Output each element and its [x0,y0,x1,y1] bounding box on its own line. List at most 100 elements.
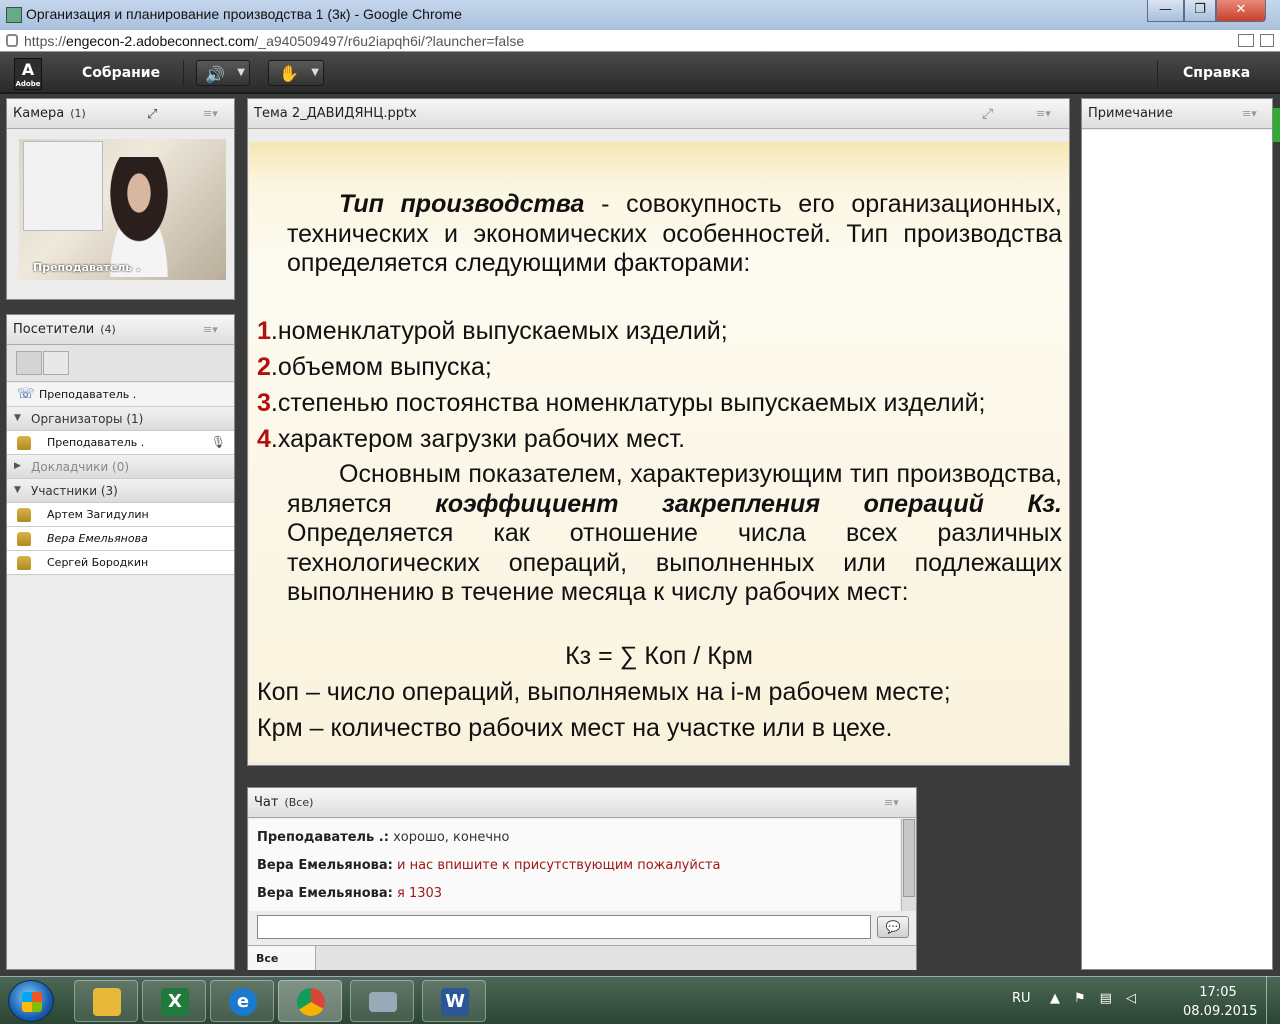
list-view-icon[interactable] [16,351,42,375]
participant-icon [17,556,31,570]
attendee-row[interactable]: Преподаватель . 🎙 [7,431,234,455]
chat-input[interactable] [257,915,871,939]
language-indicator[interactable]: RU [1012,991,1031,1006]
collapse-arrow-icon: ▶ [14,461,21,471]
network-icon[interactable]: ▤ [1100,991,1126,1006]
speaker-icon: 🔊 [205,65,225,84]
show-desktop-button[interactable] [1266,976,1280,1024]
excel-taskbar-button[interactable]: X [142,980,206,1022]
notes-pod-header: Примечание ≡▾ [1082,99,1272,129]
group-presenters[interactable]: ▶ Докладчики (0) [7,455,234,479]
slide-list-item: 4.характером загрузки рабочих мест. [257,425,686,453]
chrome-icon [297,988,325,1016]
attendee-row[interactable]: Сергей Бородкин [7,551,234,575]
chat-messages: Преподаватель .: хорошо, конечно Вера Ем… [249,819,900,911]
presentation-slide: Тип производства - совокупность его орга… [249,142,1069,762]
explorer-taskbar-button[interactable] [74,980,138,1022]
group-participants[interactable]: ▼ Участники (3) [7,479,234,503]
chat-message: Вера Емельянова: и нас впишите к присутс… [257,858,721,873]
slide-list-item: 1.номенклатурой выпускаемых изделий; [257,317,728,345]
close-button[interactable]: ✕ [1216,0,1266,22]
maximize-button[interactable]: ❐ [1184,0,1216,22]
flag-icon[interactable]: ⚑ [1074,991,1100,1006]
video-user-label: Преподаватель . [33,261,141,274]
chat-pod: Чат (Все) ≡▾ Преподаватель .: хорошо, кон… [247,787,917,970]
chat-message: Преподаватель .: хорошо, конечно [257,830,510,845]
presenter-image [89,157,189,277]
tab-favicon-icon [6,7,22,23]
minimize-button[interactable]: — [1147,0,1184,22]
scrollbar-thumb[interactable] [903,819,915,897]
pod-options-icon[interactable]: ≡▾ [1242,107,1257,120]
chat-pod-header: Чат (Все) ≡▾ [248,788,916,818]
connection-indicator [1272,108,1280,142]
tray-icons[interactable]: ▲⚑▤◁ [1050,991,1150,1006]
notes-body[interactable] [1082,130,1272,969]
volume-icon[interactable]: ◁ [1126,991,1150,1006]
window-title: Организация и планирование производства … [26,6,462,22]
group-hosts[interactable]: ▼ Организаторы (1) [7,407,234,431]
page-action-icon[interactable] [1238,34,1254,47]
participant-icon [17,532,31,546]
notes-pod-title: Примечание [1088,106,1173,121]
word-icon: W [441,988,469,1016]
share-pod-header: Тема 2_ДАВИДЯНЦ.pptx ⤢ ≡▾ [248,99,1069,129]
chevron-down-icon: ▼ [237,67,245,78]
attendee-row[interactable]: Артем Загидулин [7,503,234,527]
word-taskbar-button[interactable]: W [422,980,486,1022]
keyboard-icon [369,992,397,1012]
address-bar[interactable]: https://engecon-2.adobeconnect.com/_a940… [0,30,1280,52]
url-text[interactable]: https://engecon-2.adobeconnect.com/_a940… [24,33,524,49]
ie-taskbar-button[interactable]: e [210,980,274,1022]
slide-formula: Кз = ∑ Коп / Крм [565,642,753,670]
expand-arrow-icon: ▼ [14,485,21,495]
attendee-row[interactable]: Вера Емельянова [7,527,234,551]
pod-options-icon[interactable]: ≡▾ [1036,107,1051,120]
chat-tab-all[interactable]: Все [248,945,316,970]
attendees-pod: Посетители (4) ≡▾ ☏ Преподаватель . ▼ Орг… [6,314,235,970]
lock-icon [6,34,18,47]
windows-logo-icon [22,992,42,1012]
webcam-video: Преподаватель . [19,139,226,280]
chat-scrollbar[interactable] [901,819,916,911]
fullscreen-icon[interactable]: ⤢ [982,106,993,122]
slide-list-item: 2.объемом выпуска; [257,353,492,381]
menu-separator [183,60,184,86]
folder-icon [93,988,121,1016]
help-menu[interactable]: Справка [1183,65,1250,81]
status-button[interactable]: ✋ ▼ [268,60,324,86]
slide-list-item: 3.степенью постоянства номенклатуры выпу… [257,389,986,417]
browser-title-bar: Организация и планирование производства … [0,0,1280,30]
chat-message: Вера Емельянова: я 1303 [257,886,443,901]
ie-icon: e [229,988,257,1016]
fullscreen-icon[interactable]: ⤢ [147,107,157,122]
speech-bubble-icon: 💬 [885,920,901,934]
chevron-down-icon: ▼ [311,67,319,78]
connect-menu-bar: A Adobe Собрание 🔊 ▼ ✋ ▼ Справка [0,52,1280,142]
pod-options-icon[interactable]: ≡▾ [203,107,218,120]
attendees-toolbar [7,345,234,382]
clock[interactable]: 17:05 08.09.2015 [1183,983,1257,1021]
pod-options-icon[interactable]: ≡▾ [203,323,218,336]
start-button[interactable] [8,980,54,1022]
slide-coefficient-paragraph: Основным показателем, характеризующим ти… [287,460,1062,606]
camera-pod-title: Камера (1) [13,106,86,121]
pod-options-icon[interactable]: ≡▾ [884,796,899,809]
camera-pod: Камера (1) ⤢ ≡▾ Преподаватель . [6,98,235,300]
chrome-taskbar-button[interactable] [278,980,342,1022]
show-hidden-icon[interactable]: ▲ [1050,991,1074,1006]
raise-hand-icon: ✋ [279,64,299,83]
chrome-menu-icon[interactable] [1260,34,1274,47]
share-pod: Тема 2_ДАВИДЯНЦ.pptx ⤢ ≡▾ Тип производст… [247,98,1070,766]
menu-separator [1157,60,1158,86]
speaker-button[interactable]: 🔊 ▼ [196,60,250,86]
microphone-icon: 🎙 [210,435,226,449]
status-view-icon[interactable] [43,351,69,375]
phone-user-row[interactable]: ☏ Преподаватель . [7,383,234,407]
meeting-menu[interactable]: Собрание [82,65,160,81]
windows-taskbar: X e W RU ▲⚑▤◁ 17:05 08.09.2015 [0,976,1280,1024]
share-pod-title: Тема 2_ДАВИДЯНЦ.pptx [254,106,417,121]
keyboard-taskbar-button[interactable] [350,980,414,1022]
excel-icon: X [161,988,189,1016]
send-message-button[interactable]: 💬 [877,916,909,938]
